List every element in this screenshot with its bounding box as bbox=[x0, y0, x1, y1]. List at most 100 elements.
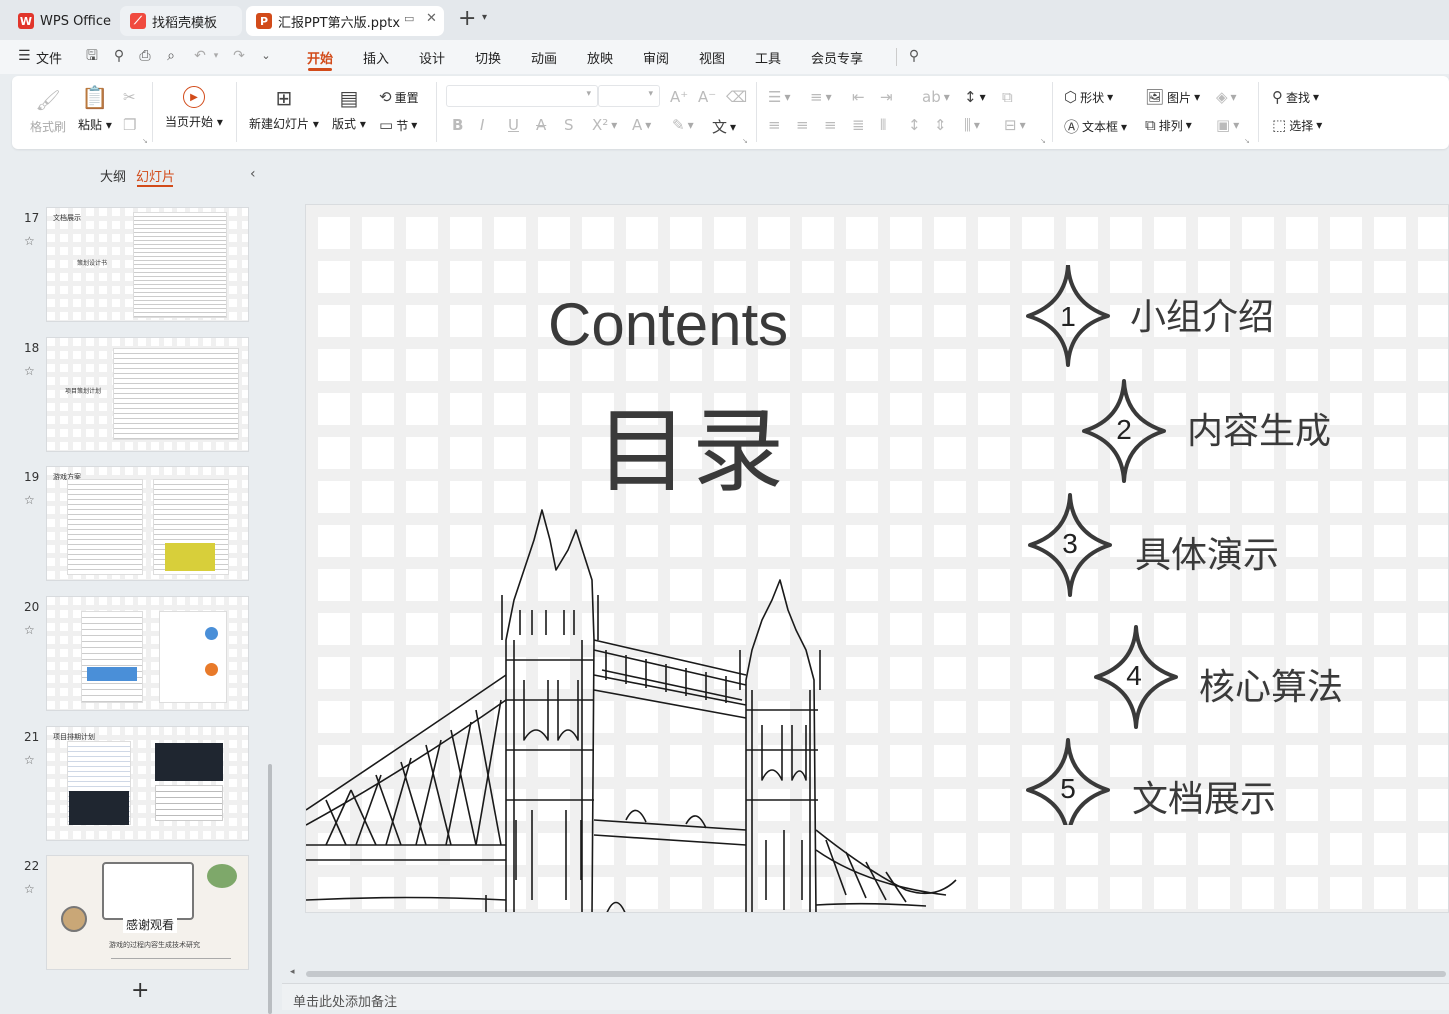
menu-start[interactable]: 开始 bbox=[307, 48, 333, 67]
text-direction-icon[interactable]: ab ▾ bbox=[922, 88, 950, 106]
fill-color-icon[interactable]: ◈ ▾ bbox=[1216, 88, 1237, 106]
decrease-indent-icon[interactable]: ⇤ bbox=[852, 88, 865, 106]
scrollbar-thumb[interactable] bbox=[306, 971, 1446, 977]
print-preview-icon[interactable]: ⌕ bbox=[163, 48, 179, 64]
menu-insert[interactable]: 插入 bbox=[363, 48, 389, 67]
slide-thumbnail-17[interactable]: 文档展示 策划设计书 bbox=[46, 207, 249, 322]
format-painter-button[interactable]: 🖌 格式刷 bbox=[30, 88, 66, 135]
dialog-launcher-icon[interactable]: ↘ bbox=[142, 137, 148, 145]
distribute-icon[interactable]: ⫴ bbox=[880, 116, 886, 134]
numbered-list-icon[interactable]: ≡ ▾ bbox=[810, 88, 832, 106]
star-icon[interactable]: ☆ bbox=[24, 234, 35, 248]
clear-format-icon[interactable]: ⌫ bbox=[726, 88, 747, 106]
select-button[interactable]: ⬚ 选择 ▾ bbox=[1272, 116, 1322, 134]
chevron-down-icon[interactable]: ▾ bbox=[208, 48, 224, 64]
bullet-list-icon[interactable]: ☰ ▾ bbox=[768, 88, 790, 106]
align-left-icon[interactable]: ≡ bbox=[768, 116, 781, 134]
strikethrough-icon[interactable]: A bbox=[536, 116, 546, 134]
redo-icon[interactable]: ↷ bbox=[231, 48, 247, 64]
scroll-left-icon[interactable]: ◂ bbox=[290, 967, 295, 977]
tab-docer[interactable]: ⟋ 找稻壳模板 bbox=[120, 6, 242, 36]
align-center-icon[interactable]: ≡ bbox=[796, 116, 809, 134]
cut-icon[interactable]: ✂ bbox=[123, 88, 136, 106]
slide-heading-chinese[interactable]: 目录 bbox=[596, 377, 788, 510]
shape-button[interactable]: ⬡ 形状 ▾ bbox=[1064, 88, 1113, 106]
star-icon[interactable]: ☆ bbox=[24, 753, 35, 767]
menu-file[interactable]: 文件 bbox=[36, 48, 62, 67]
tab-outline[interactable]: 大纲 bbox=[100, 166, 126, 185]
window-restore-icon[interactable]: ▭ bbox=[404, 12, 414, 25]
contents-item-5[interactable]: 文档展示 bbox=[1132, 770, 1276, 822]
sort-icon[interactable]: ↕ ▾ bbox=[964, 88, 986, 106]
columns-icon[interactable]: ⫼ ▾ bbox=[964, 116, 980, 134]
italic-icon[interactable]: I bbox=[480, 116, 484, 134]
line-spacing-icon[interactable]: ↕ bbox=[908, 116, 921, 134]
slide-current[interactable]: Contents 目录 1 2 3 4 5 小组介绍 内容生成 具体演示 核心算… bbox=[305, 204, 1449, 913]
play-current-button[interactable]: ▶ 当页开始 ▾ bbox=[165, 86, 223, 130]
find-button[interactable]: ⚲ 查找 ▾ bbox=[1272, 88, 1319, 106]
horizontal-scrollbar[interactable]: ◂ bbox=[290, 967, 1449, 979]
contents-item-1[interactable]: 小组介绍 bbox=[1130, 288, 1274, 340]
slide-thumbnail-20[interactable] bbox=[46, 596, 249, 711]
dialog-launcher-icon[interactable]: ↘ bbox=[1040, 137, 1046, 145]
chevron-down-icon[interactable]: ▾ bbox=[482, 12, 487, 23]
link-icon[interactable]: ⚲ bbox=[111, 48, 127, 64]
new-slide-button[interactable]: ⊞ 新建幻灯片 ▾ bbox=[249, 86, 319, 132]
shadow-text-icon[interactable]: S bbox=[564, 116, 574, 134]
slide-thumbnail-18[interactable]: 项目策划计划 bbox=[46, 337, 249, 452]
star-icon[interactable]: ☆ bbox=[24, 623, 35, 637]
contents-item-2[interactable]: 内容生成 bbox=[1187, 402, 1331, 454]
picture-button[interactable]: 🖼 图片 ▾ bbox=[1145, 88, 1200, 106]
layout-button[interactable]: ▤ 版式 ▾ bbox=[332, 86, 366, 132]
font-size-select[interactable]: ▾ bbox=[598, 85, 660, 107]
star-icon[interactable]: ☆ bbox=[24, 364, 35, 378]
star-icon[interactable]: ☆ bbox=[24, 493, 35, 507]
tower-bridge-illustration[interactable] bbox=[306, 500, 966, 913]
tab-wps-office[interactable]: W WPS Office bbox=[8, 6, 116, 36]
menu-slideshow[interactable]: 放映 bbox=[587, 48, 613, 67]
font-color-icon[interactable]: A ▾ bbox=[632, 116, 651, 134]
slide-thumbnail-22[interactable]: 感谢观看 游戏的过程内容生成技术研究 bbox=[46, 855, 249, 970]
slide-thumbnail-21[interactable]: 项目排期计划 bbox=[46, 726, 249, 841]
outline-color-icon[interactable]: ▣ ▾ bbox=[1216, 116, 1239, 134]
menu-view[interactable]: 视图 bbox=[699, 48, 725, 67]
collapse-pane-icon[interactable]: ‹ bbox=[250, 166, 256, 182]
textbox-button[interactable]: Ⓐ 文本框 ▾ bbox=[1064, 116, 1127, 137]
new-tab-icon[interactable]: + bbox=[458, 8, 476, 30]
undo-icon[interactable]: ↶ bbox=[192, 48, 208, 64]
thumbnail-scrollbar[interactable] bbox=[268, 764, 272, 1014]
superscript-icon[interactable]: X² ▾ bbox=[592, 116, 617, 134]
search-icon[interactable]: ⚲ bbox=[906, 48, 922, 64]
phonetic-icon[interactable]: 文 ▾ bbox=[712, 116, 736, 137]
slide-heading-english[interactable]: Contents bbox=[548, 290, 788, 359]
tab-slides[interactable]: 幻灯片 bbox=[136, 166, 175, 185]
menu-design[interactable]: 设计 bbox=[419, 48, 445, 67]
increase-indent-icon[interactable]: ⇥ bbox=[880, 88, 893, 106]
contents-item-4[interactable]: 核心算法 bbox=[1199, 658, 1343, 710]
highlight-icon[interactable]: ✎ ▾ bbox=[672, 116, 694, 134]
justify-icon[interactable]: ≣ bbox=[852, 116, 865, 134]
arrange-button[interactable]: ⧉ 排列 ▾ bbox=[1145, 116, 1192, 134]
close-tab-icon[interactable]: ✕ bbox=[426, 11, 437, 26]
align-right-icon[interactable]: ≡ bbox=[824, 116, 837, 134]
font-family-select[interactable]: ▾ bbox=[446, 85, 598, 107]
decrease-font-icon[interactable]: A⁻ bbox=[698, 88, 716, 106]
save-icon[interactable]: 🖫 bbox=[84, 48, 100, 64]
menu-animation[interactable]: 动画 bbox=[531, 48, 557, 67]
tab-presentation[interactable]: P 汇报PPT第六版.pptx ▭ ✕ bbox=[246, 6, 444, 36]
star-icon[interactable]: ☆ bbox=[24, 882, 35, 896]
dialog-launcher-icon[interactable]: ↘ bbox=[1244, 137, 1250, 145]
menu-transition[interactable]: 切换 bbox=[475, 48, 501, 67]
hamburger-icon[interactable]: ☰ bbox=[18, 48, 31, 64]
chevron-down-icon[interactable]: ⌄ bbox=[258, 48, 274, 64]
menu-tools[interactable]: 工具 bbox=[755, 48, 781, 67]
reset-button[interactable]: ⟲ 重置 bbox=[379, 88, 419, 106]
text-align-vertical-icon[interactable]: ⊟ ▾ bbox=[1004, 116, 1026, 134]
bold-icon[interactable]: B bbox=[452, 116, 463, 134]
dialog-launcher-icon[interactable]: ↘ bbox=[742, 137, 748, 145]
copy-icon[interactable]: ❐ bbox=[123, 116, 136, 134]
paste-button[interactable]: 📋 粘贴 ▾ bbox=[78, 86, 112, 133]
section-button[interactable]: ▭ 节 ▾ bbox=[379, 116, 417, 134]
slide-thumbnail-19[interactable]: 游戏方案 bbox=[46, 466, 249, 581]
paragraph-spacing-icon[interactable]: ⇕ bbox=[934, 116, 947, 134]
